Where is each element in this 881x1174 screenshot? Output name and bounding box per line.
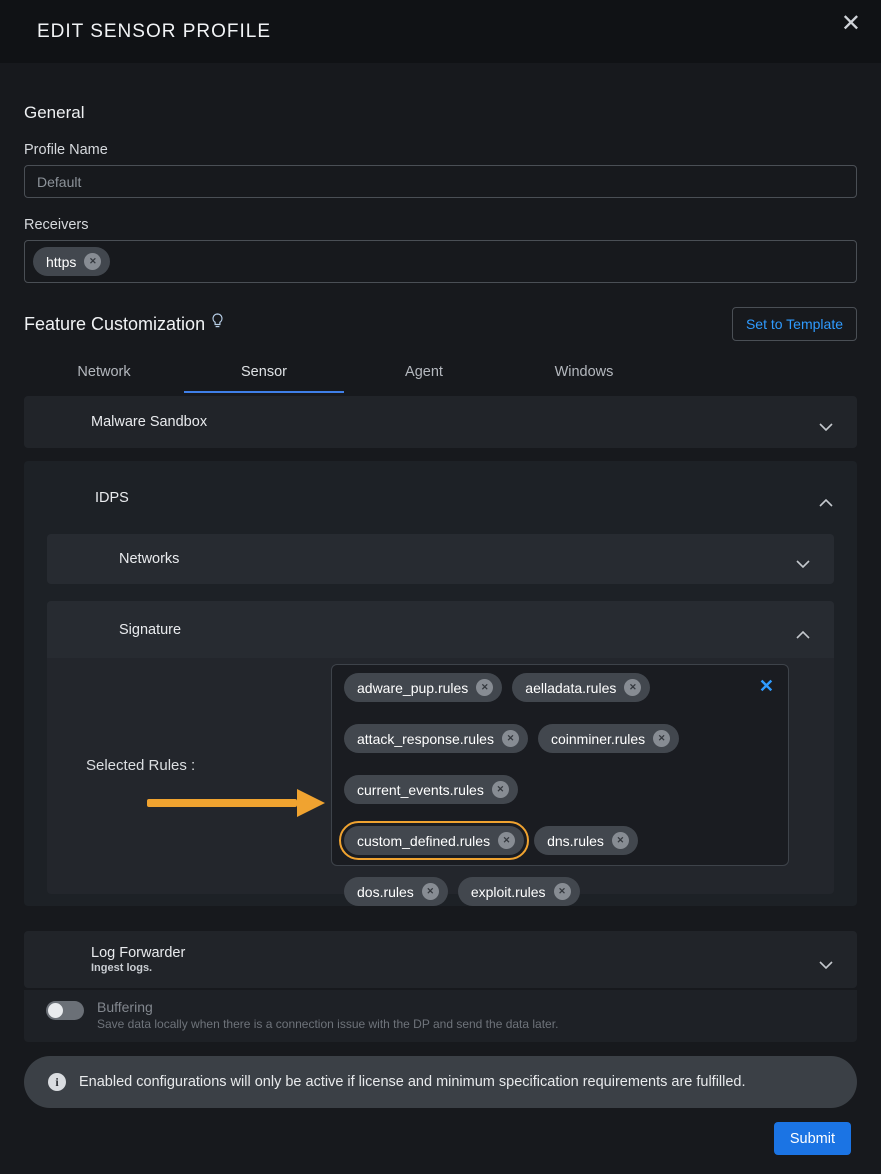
selected-rules-list: adware_pup.rules✕aelladata.rules✕attack_…	[332, 665, 788, 914]
selected-rules-label: Selected Rules :	[86, 757, 195, 774]
accordion-signature[interactable]: Signature	[47, 601, 834, 658]
rule-chip-label: exploit.rules	[471, 884, 546, 900]
chevron-up-icon	[819, 494, 833, 512]
remove-icon[interactable]: ✕	[476, 679, 493, 696]
feature-customization-title: Feature Customization	[24, 314, 205, 335]
close-icon[interactable]: ✕	[841, 12, 861, 36]
annotation-arrow-icon	[147, 789, 325, 817]
rule-chip[interactable]: aelladata.rules ✕	[512, 673, 650, 702]
networks-label: Networks	[119, 551, 179, 567]
log-forwarder-sublabel: Ingest logs.	[91, 962, 185, 974]
rule-chip[interactable]: dns.rules ✕	[534, 826, 638, 855]
rule-chip[interactable]: custom_defined.rules ✕	[344, 826, 524, 855]
info-icon: i	[48, 1073, 66, 1091]
rule-chip[interactable]: current_events.rules ✕	[344, 775, 518, 804]
receivers-chip-list: https ✕	[33, 247, 110, 276]
toggle-knob	[48, 1003, 63, 1018]
log-forwarder-label: Log Forwarder	[91, 945, 185, 961]
chevron-up-icon	[796, 626, 810, 644]
remove-icon[interactable]: ✕	[502, 730, 519, 747]
tab-windows[interactable]: Windows	[504, 351, 664, 393]
rule-chip-label: dos.rules	[357, 884, 414, 900]
tab-sensor[interactable]: Sensor	[184, 351, 344, 393]
lightbulb-icon	[212, 313, 223, 334]
info-banner-text: Enabled configurations will only be acti…	[79, 1074, 746, 1090]
idps-label: IDPS	[95, 490, 129, 506]
general-heading: General	[24, 103, 857, 123]
selected-rules-select[interactable]: adware_pup.rules✕aelladata.rules✕attack_…	[331, 664, 789, 866]
signature-label: Signature	[119, 622, 181, 638]
receivers-label: Receivers	[24, 217, 857, 233]
rule-chip[interactable]: attack_response.rules ✕	[344, 724, 528, 753]
idps-section: IDPS Networks Signature Selected Rules :	[24, 461, 857, 906]
receiver-chip-label: https	[46, 254, 76, 270]
receiver-chip[interactable]: https ✕	[33, 247, 110, 276]
remove-icon[interactable]: ✕	[554, 883, 571, 900]
rule-chip[interactable]: dos.rules ✕	[344, 877, 448, 906]
signature-content: Selected Rules : adware_pup.rules✕aellad…	[47, 658, 834, 894]
buffering-row: Buffering Save data locally when there i…	[24, 990, 857, 1042]
chevron-down-icon	[819, 956, 833, 974]
remove-icon[interactable]: ✕	[653, 730, 670, 747]
remove-icon[interactable]: ✕	[498, 832, 515, 849]
rule-chip-label: aelladata.rules	[525, 680, 616, 696]
modal-header: EDIT SENSOR PROFILE ✕	[0, 0, 881, 63]
remove-icon[interactable]: ✕	[492, 781, 509, 798]
info-banner: i Enabled configurations will only be ac…	[24, 1056, 857, 1108]
tab-network[interactable]: Network	[24, 351, 184, 393]
buffering-toggle[interactable]	[46, 1001, 84, 1020]
tab-agent[interactable]: Agent	[344, 351, 504, 393]
rule-chip-label: coinminer.rules	[551, 731, 645, 747]
modal-title: EDIT SENSOR PROFILE	[37, 21, 271, 43]
rule-chip[interactable]: exploit.rules ✕	[458, 877, 580, 906]
rule-chip[interactable]: adware_pup.rules ✕	[344, 673, 502, 702]
clear-selection-icon[interactable]: ✕	[759, 677, 774, 695]
feature-tabs: NetworkSensorAgentWindows	[24, 351, 857, 393]
profile-name-label: Profile Name	[24, 142, 857, 158]
chevron-down-icon	[819, 418, 833, 436]
receivers-input[interactable]: https ✕	[24, 240, 857, 283]
malware-sandbox-label: Malware Sandbox	[91, 414, 207, 430]
rule-chip-label: custom_defined.rules	[357, 833, 490, 849]
modal-footer: Submit	[24, 1122, 857, 1155]
rule-chip[interactable]: coinminer.rules ✕	[538, 724, 679, 753]
feature-customization-row: Feature Customization Set to Template	[24, 307, 857, 341]
feature-customization-heading: Feature Customization	[24, 314, 223, 335]
rule-chip-label: current_events.rules	[357, 782, 484, 798]
accordion-log-forwarder[interactable]: Log Forwarder Ingest logs.	[24, 931, 857, 988]
signature-section: Signature Selected Rules : adware_pup.ru…	[47, 601, 834, 894]
accordion-malware-sandbox[interactable]: Malware Sandbox	[24, 396, 857, 448]
rule-chip-label: dns.rules	[547, 833, 604, 849]
accordion-idps[interactable]: IDPS	[24, 461, 857, 534]
accordion-networks[interactable]: Networks	[47, 534, 834, 584]
remove-icon[interactable]: ✕	[422, 883, 439, 900]
buffering-description: Save data locally when there is a connec…	[97, 1017, 558, 1031]
set-to-template-button[interactable]: Set to Template	[732, 307, 857, 341]
rule-chip-label: attack_response.rules	[357, 731, 494, 747]
remove-icon[interactable]: ✕	[84, 253, 101, 270]
submit-button[interactable]: Submit	[774, 1122, 851, 1155]
remove-icon[interactable]: ✕	[624, 679, 641, 696]
buffering-label: Buffering	[97, 999, 558, 1015]
profile-name-input[interactable]	[24, 165, 857, 198]
rule-chip-label: adware_pup.rules	[357, 680, 468, 696]
modal-body: General Profile Name Receivers https ✕ Fe…	[0, 103, 881, 1155]
remove-icon[interactable]: ✕	[612, 832, 629, 849]
chevron-down-icon	[796, 555, 810, 573]
